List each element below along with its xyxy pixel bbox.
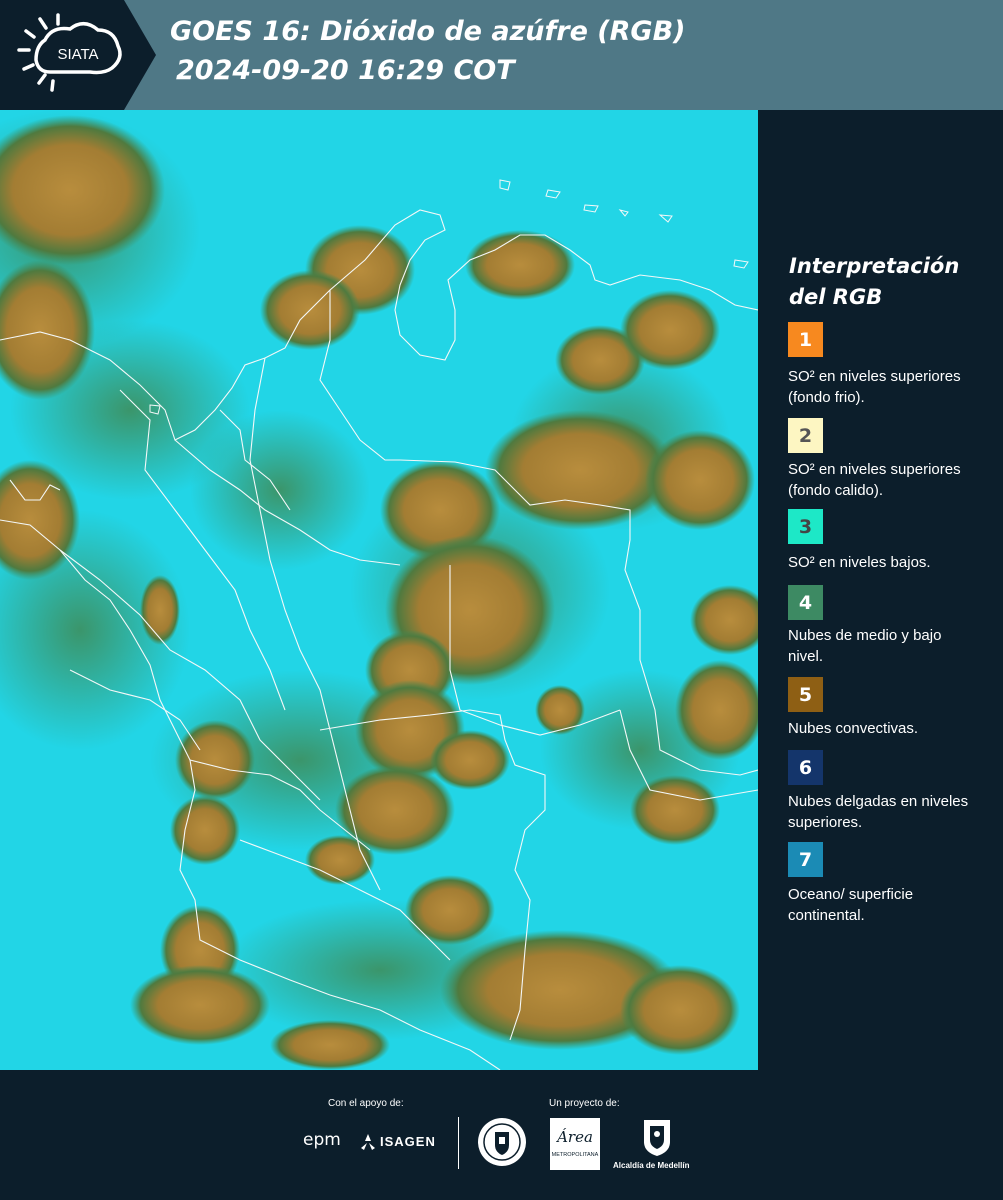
legend-swatch-2: 2 xyxy=(788,418,823,453)
area-metropolitana-logo: Área METROPOLITANA xyxy=(550,1118,600,1170)
footer-divider xyxy=(458,1117,459,1169)
legend-swatch-number: 2 xyxy=(798,424,813,447)
area-logo-text: Área xyxy=(555,1128,593,1146)
siata-logo-text: SIATA xyxy=(57,46,98,63)
legend-description-2: SO² en niveles superiores (fondo calido)… xyxy=(788,461,961,499)
isagen-icon xyxy=(361,1134,375,1150)
legend-swatch-number: 6 xyxy=(798,756,813,779)
legend-swatch-6: 6 xyxy=(788,750,823,785)
alcaldia-shield-icon xyxy=(644,1120,670,1156)
footer-sponsors: Con el apoyo de: Un proyecto de: epm ISA… xyxy=(0,1070,1003,1200)
epm-logo: epm xyxy=(303,1130,341,1150)
alcaldia-logo-text: Alcaldía de Medellín xyxy=(613,1161,690,1170)
isagen-logo: ISAGEN xyxy=(380,1134,436,1149)
page-title: GOES 16: Dióxido de azúfre (RGB) xyxy=(170,16,686,47)
legend-swatch-7: 7 xyxy=(788,842,823,877)
legend-description-7: Oceano/ superficie continental. xyxy=(788,886,914,924)
legend-panel: Interpretación del RGB 1 SO² en niveles … xyxy=(760,110,1003,1070)
legend-description-3: SO² en niveles bajos. xyxy=(788,554,931,571)
legend-swatch-number: 7 xyxy=(798,848,813,871)
legend-swatch-number: 3 xyxy=(798,515,813,538)
siata-logo: SIATA xyxy=(0,0,156,110)
legend-description-1: SO² en niveles superiores (fondo frio). xyxy=(788,368,961,406)
legend-description-6: Nubes delgadas en niveles superiores. xyxy=(788,793,969,831)
medellin-seal-icon xyxy=(478,1118,526,1166)
legend-title-line1: Interpretación xyxy=(789,254,960,278)
project-label: Un proyecto de: xyxy=(549,1098,620,1109)
legend-swatch-5: 5 xyxy=(788,677,823,712)
legend-title-line2: del RGB xyxy=(789,285,883,309)
legend-description-5: Nubes convectivas. xyxy=(788,720,919,737)
legend-swatch-number: 4 xyxy=(798,591,813,614)
header-bar: SIATA GOES 16: Dióxido de azúfre (RGB) 2… xyxy=(0,0,1003,110)
legend-title: Interpretación del RGB xyxy=(789,251,989,313)
legend-swatch-3: 3 xyxy=(788,509,823,544)
satellite-rgb-map xyxy=(0,110,758,1070)
area-logo-subtext: METROPOLITANA xyxy=(552,1152,599,1158)
legend-swatch-4: 4 xyxy=(788,585,823,620)
legend-description-4: Nubes de medio y bajo nivel. xyxy=(788,627,942,665)
support-label: Con el apoyo de: xyxy=(328,1098,404,1109)
legend-swatch-1: 1 xyxy=(788,322,823,357)
legend-swatch-number: 1 xyxy=(798,328,813,351)
timestamp: 2024-09-20 16:29 COT xyxy=(176,55,515,86)
legend-swatch-number: 5 xyxy=(798,683,813,706)
